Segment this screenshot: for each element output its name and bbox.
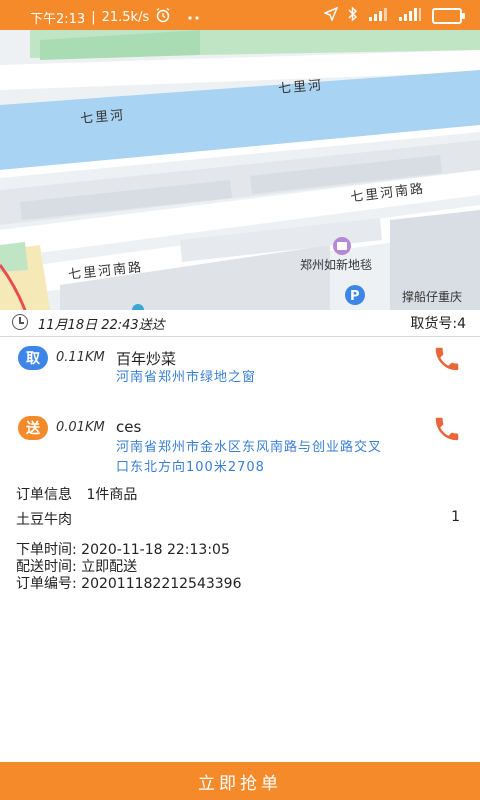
alarm-icon	[155, 7, 171, 27]
pickup-distance: 0.11KM	[56, 350, 105, 365]
pickup-code: 取货号:4	[410, 316, 466, 332]
order-item-name: 土豆牛肉	[16, 512, 72, 528]
status-time: 下午2:13	[30, 11, 86, 27]
status-divider: |	[91, 9, 96, 25]
status-bar: 下午2:13 | 21.5k/s	[0, 0, 480, 30]
pickup-address[interactable]: 河南省郑州市绿地之窗	[116, 368, 256, 388]
delivery-address-line: 河南省郑州市金水区东风南路与创业路交叉	[116, 440, 383, 455]
customer-name: ces	[116, 418, 142, 436]
pickup-store-name: 百年炒菜	[116, 350, 177, 368]
grab-order-button[interactable]: 立即抢单	[0, 762, 480, 800]
svg-text:P: P	[350, 289, 360, 304]
phone-icon[interactable]	[432, 414, 462, 444]
more-dots-icon	[187, 10, 201, 25]
battery-icon	[432, 8, 465, 24]
delivery-badge: 送	[18, 416, 48, 440]
order-item-count: 1件商品	[86, 487, 138, 503]
status-speed: 21.5k/s	[101, 9, 150, 25]
phone-icon[interactable]	[432, 344, 462, 374]
order-time-bar: 11月18日 22:43送达 取货号:4	[0, 310, 480, 337]
clock-icon	[12, 314, 28, 330]
bluetooth-icon	[348, 6, 358, 26]
poi-label: 郑州如新地毯	[300, 258, 373, 272]
map-view[interactable]: P 七里河 七里河 七里河南路 七里河南路 郑州如新地毯 撑船仔重庆	[0, 30, 480, 310]
order-info-header: 订单信息 1件商品	[16, 484, 137, 504]
signal-icon	[398, 7, 422, 25]
order-number: 订单编号: 20201118221254339​6	[16, 576, 242, 592]
delivery-address[interactable]: 河南省郑州市金水区东风南路与创业路交叉 口东北方向100米2708	[116, 438, 476, 478]
signal-icon	[368, 7, 388, 25]
delivery-deadline: 11月18日 22:43送达	[38, 318, 165, 333]
order-item-qty: 1	[451, 509, 460, 525]
river-label: 七里河	[79, 108, 126, 127]
location-arrow-icon	[323, 6, 339, 25]
poi-label: 撑船仔重庆	[402, 290, 463, 304]
order-info-label: 订单信息	[16, 487, 72, 503]
delivery-address-line: 口东北方向100米2708	[116, 460, 265, 475]
pickup-badge: 取	[18, 346, 48, 370]
river-label: 七里河	[277, 78, 324, 97]
delivery-distance: 0.01KM	[56, 420, 105, 435]
